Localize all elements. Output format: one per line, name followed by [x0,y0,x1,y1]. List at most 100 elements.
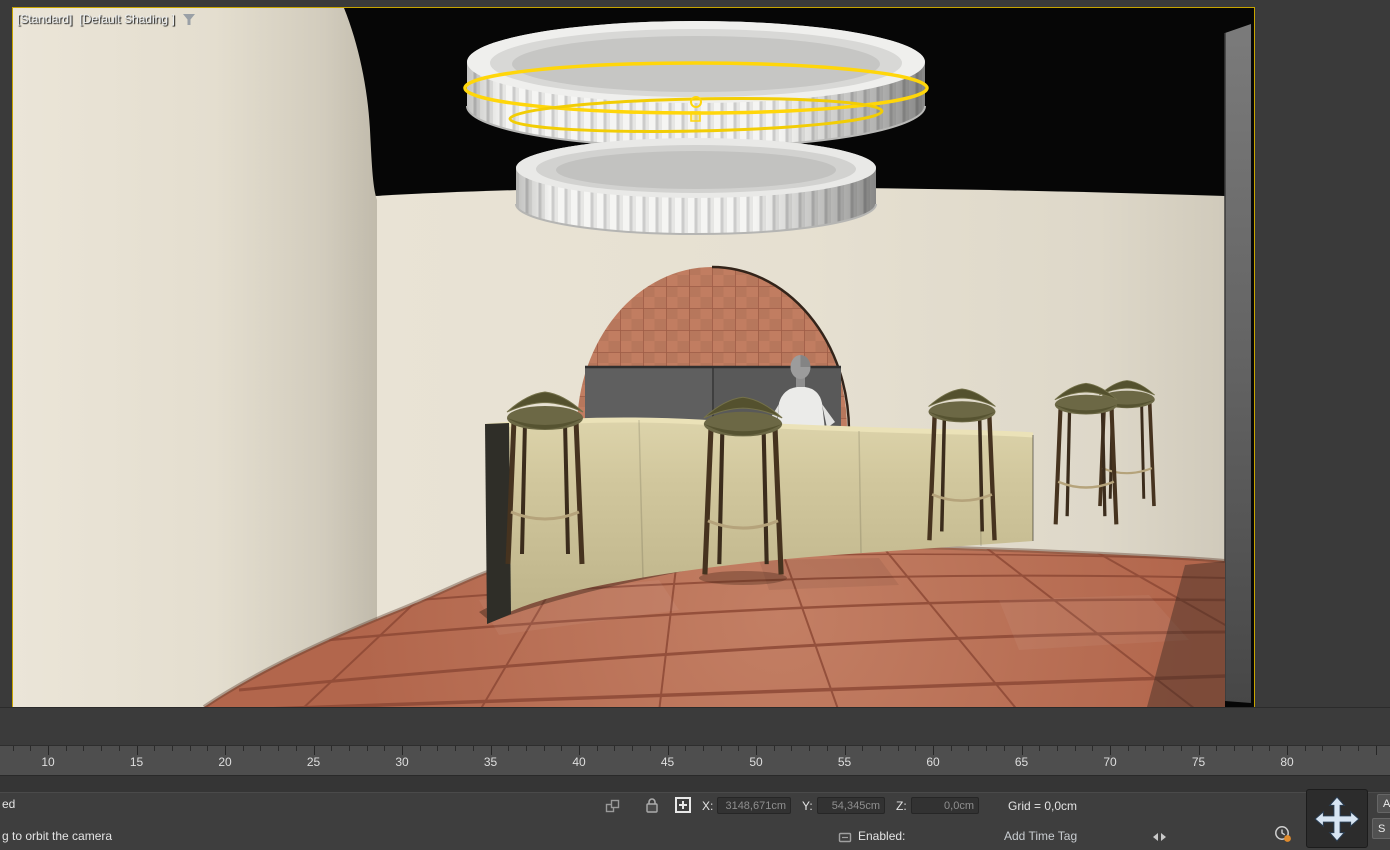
ruler-tick [898,746,899,751]
ruler-tick [791,746,792,751]
ruler-tick [260,746,261,751]
ruler-tick [526,746,527,751]
ruler-tick [48,746,49,755]
ruler-tick [455,746,456,751]
ruler-label: 25 [307,755,320,769]
wall-edge[interactable] [1225,24,1251,703]
ruler-tick [650,746,651,751]
ruler-tick [331,746,332,751]
ruler-label: 45 [661,755,674,769]
ruler-tick [1092,746,1093,751]
viewport-point-of-view-label[interactable]: [Standard] [17,12,72,26]
viewport-canvas[interactable] [13,8,1254,707]
pan-view-button[interactable] [1306,789,1368,848]
truncated-button-s[interactable]: S [1372,818,1390,839]
ruler-tick [597,746,598,751]
ruler-tick [1252,746,1253,751]
ruler-label: 35 [484,755,497,769]
ruler-tick [1022,746,1023,755]
ruler-label: 30 [395,755,408,769]
left-curved-wall[interactable] [13,8,377,707]
ruler-tick [207,746,208,751]
selection-lock-icon[interactable] [644,796,660,814]
ruler-tick [30,746,31,751]
ruler-tick [172,746,173,751]
ruler-tick [1075,746,1076,751]
ruler-tick [1358,746,1359,751]
enabled-label: Enabled: [858,829,905,843]
ruler-tick [367,746,368,751]
y-coordinate-label: Y: [802,799,813,813]
x-coordinate-label: X: [702,799,713,813]
ruler-tick [1004,746,1005,751]
ruler-tick [473,746,474,751]
x-coordinate-field[interactable]: 3148,671cm [717,797,791,814]
z-coordinate-field[interactable]: 0,0cm [911,797,979,814]
time-tag-icon [838,830,852,844]
ruler-tick [880,746,881,751]
timeline-ruler[interactable]: 101520253035404550556065707580 [0,745,1390,777]
add-time-tag-button[interactable]: Add Time Tag [1004,829,1077,843]
viewport-shading-label[interactable]: [Default Shading ] [79,12,174,26]
ruler-tick [349,746,350,751]
ruler-tick [845,746,846,755]
ruler-tick [1340,746,1341,751]
ruler-tick [1181,746,1182,751]
isolate-selection-icon[interactable] [602,798,624,814]
ruler-tick [1269,746,1270,751]
ruler-tick [1039,746,1040,751]
ruler-label: 75 [1192,755,1205,769]
viewport-label: [Standard] [Default Shading ] [17,12,196,26]
ruler-tick [1305,746,1306,751]
ruler-tick [1110,746,1111,755]
timeline-divider [0,775,1390,793]
ruler-label: 50 [749,755,762,769]
ruler-tick [314,746,315,755]
ruler-tick [1234,746,1235,751]
ruler-tick [1322,746,1323,751]
ruler-tick [632,746,633,751]
ruler-tick [756,746,757,755]
ruler-tick [862,746,863,751]
ruler-tick [491,746,492,755]
ruler-tick [101,746,102,751]
ruler-tick [1128,746,1129,751]
absolute-mode-icon[interactable] [672,795,694,815]
ruler-tick [951,746,952,751]
ruler-tick [579,746,580,755]
ruler-tick [225,746,226,755]
ruler-tick [685,746,686,751]
ruler-tick [668,746,669,755]
viewport-filter-icon[interactable] [182,13,196,26]
ruler-tick [1376,746,1377,755]
ruler-label: 55 [838,755,851,769]
viewport[interactable]: [Standard] [Default Shading ] [12,7,1255,708]
counter-end-panel [485,423,511,624]
ruler-label: 60 [926,755,939,769]
status-hint-line: g to orbit the camera [2,829,112,843]
track-bar[interactable] [0,707,1390,746]
ruler-tick [384,746,385,751]
ruler-tick [278,746,279,751]
ruler-tick [738,746,739,751]
ruler-label: 10 [41,755,54,769]
key-step-arrows-icon[interactable] [1150,832,1168,842]
ruler-tick [119,746,120,751]
ruler-tick [508,746,509,751]
ruler-tick [1287,746,1288,755]
ruler-tick [13,746,14,751]
ruler-tick [402,746,403,755]
ruler-tick [1145,746,1146,751]
y-coordinate-field[interactable]: 54,345cm [817,797,885,814]
ruler-tick [1057,746,1058,751]
ruler-tick [544,746,545,751]
ruler-tick [915,746,916,751]
ruler-tick [721,746,722,751]
ruler-label: 15 [130,755,143,769]
truncated-button-a[interactable]: A [1377,794,1390,813]
ruler-tick [703,746,704,751]
ruler-tick [827,746,828,751]
ruler-tick [614,746,615,751]
ruler-label: 40 [572,755,585,769]
time-configuration-icon[interactable] [1274,825,1292,843]
